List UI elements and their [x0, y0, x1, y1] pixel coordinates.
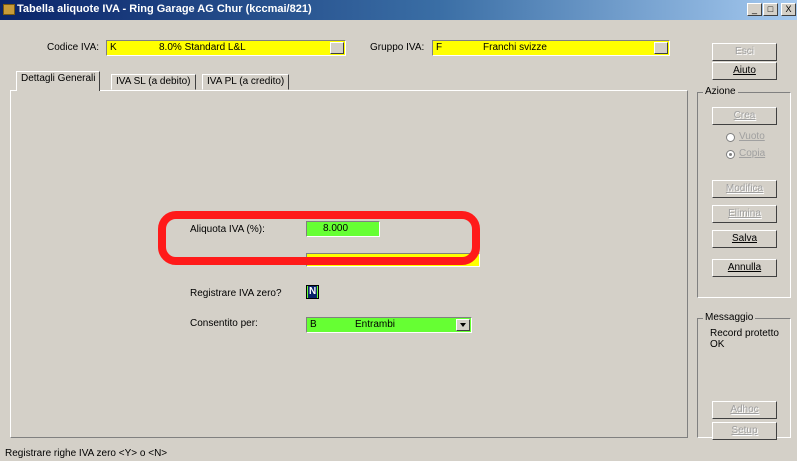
- registrare-iva-zero-value: N: [308, 286, 318, 298]
- gruppo-iva-label: Gruppo IVA:: [370, 42, 425, 53]
- app-icon: [3, 4, 15, 15]
- setup-button[interactable]: Setup: [712, 422, 777, 440]
- codice-iva-label: Codice IVA:: [47, 42, 100, 53]
- registrare-iva-zero-field[interactable]: N: [306, 285, 319, 299]
- setup-label: Setup: [731, 425, 758, 436]
- chevron-down-icon: [460, 323, 466, 327]
- messaggio-label: Messaggio: [703, 312, 756, 323]
- copia-radio[interactable]: [726, 150, 735, 159]
- codice-iva-field[interactable]: K 8.0% Standard L&L: [106, 40, 346, 56]
- crea-button[interactable]: Crea: [712, 107, 777, 125]
- consentito-code: B: [310, 319, 317, 330]
- aiuto-button[interactable]: Aiuto: [712, 62, 777, 80]
- elimina-label: Elimina: [728, 208, 761, 219]
- adhoc-label: Adhoc: [730, 404, 759, 415]
- window-title: Tabella aliquote IVA - Ring Garage AG Ch…: [17, 3, 312, 15]
- copia-label: Copia: [739, 148, 766, 159]
- maximize-button[interactable]: □: [763, 3, 778, 16]
- tab-iva-pl[interactable]: IVA PL (a credito): [202, 74, 290, 90]
- close-button[interactable]: X: [781, 3, 796, 16]
- modifica-label: Modifica: [725, 183, 764, 194]
- elimina-button[interactable]: Elimina: [712, 205, 777, 223]
- messaggio-text: Record protetto OK: [710, 328, 779, 350]
- consentito-per-label: Consentito per:: [190, 318, 258, 329]
- codice-iva-code: K: [110, 42, 117, 53]
- gruppo-iva-code: F: [436, 42, 443, 53]
- title-bar: Tabella aliquote IVA - Ring Garage AG Ch…: [0, 0, 797, 20]
- red-highlight-box: [158, 211, 480, 265]
- vuoto-radio[interactable]: [726, 133, 735, 142]
- vuoto-label: Vuoto: [739, 131, 765, 142]
- annulla-label: Annulla: [727, 262, 762, 273]
- aiuto-label: Aiuto: [733, 65, 756, 76]
- consentito-per-select[interactable]: B Entrambi: [306, 317, 472, 333]
- gruppo-iva-field[interactable]: F Franchi svizze: [432, 40, 670, 56]
- salva-button[interactable]: Salva: [712, 230, 777, 248]
- crea-label: Crea: [733, 110, 756, 121]
- registrare-iva-zero-label: Registrare IVA zero?: [190, 288, 282, 299]
- esci-button[interactable]: Esci: [712, 43, 777, 61]
- tab-dettagli-generali[interactable]: Dettagli Generali: [16, 71, 101, 91]
- salva-label: Salva: [731, 233, 757, 244]
- status-text: Registrare righe IVA zero <Y> o <N>: [5, 448, 168, 459]
- adhoc-button[interactable]: Adhoc: [712, 401, 777, 419]
- tab-iva-sl[interactable]: IVA SL (a debito): [111, 74, 196, 90]
- modifica-button[interactable]: Modifica: [712, 180, 777, 198]
- codice-iva-description: 8.0% Standard L&L: [159, 42, 246, 53]
- consentito-value: Entrambi: [355, 319, 396, 330]
- codice-lookup-button[interactable]: [330, 42, 344, 54]
- annulla-button[interactable]: Annulla: [712, 259, 777, 277]
- gruppo-iva-description: Franchi svizze: [483, 42, 547, 53]
- gruppo-lookup-button[interactable]: [654, 42, 668, 54]
- minimize-button[interactable]: _: [747, 3, 762, 16]
- azione-label: Azione: [703, 86, 738, 97]
- dropdown-arrow-button[interactable]: [456, 319, 470, 331]
